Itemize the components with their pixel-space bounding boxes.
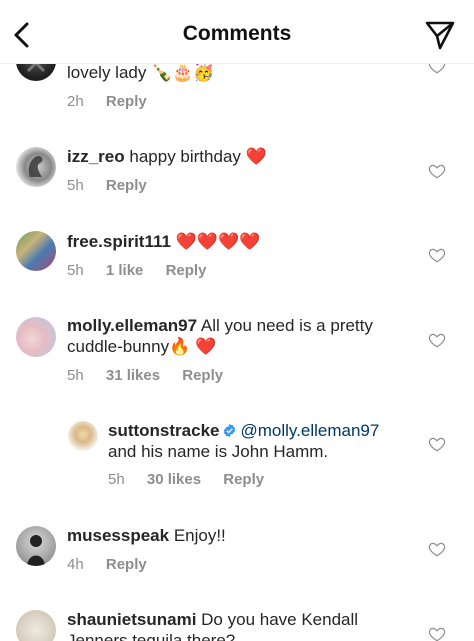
reply-button[interactable]: Reply — [166, 262, 207, 279]
comment-username[interactable]: musesspeak — [67, 526, 169, 545]
reply-button[interactable]: Reply — [223, 471, 264, 488]
comment-username[interactable]: free.spirit111 — [67, 232, 171, 251]
reply-button[interactable]: Reply — [182, 367, 223, 384]
nav-header: Comments — [0, 0, 474, 64]
reply-button[interactable]: Reply — [106, 556, 147, 573]
verified-badge-icon — [224, 423, 236, 438]
comment-meta: 5h 1 like Reply — [67, 262, 224, 279]
comment-text: shaunietsunami Do you have Kendall Jenne… — [67, 610, 359, 641]
avatar[interactable] — [16, 526, 56, 566]
comment-time: 5h — [67, 367, 84, 384]
like-heart-icon[interactable] — [428, 625, 446, 641]
comment-meta: 5h 31 likes Reply — [67, 367, 241, 384]
avatar[interactable] — [16, 231, 56, 271]
avatar[interactable] — [16, 147, 56, 187]
comment-text: musesspeak Enjoy!! — [67, 526, 226, 545]
comment-time: 5h — [67, 177, 84, 194]
comment-time: 4h — [67, 556, 84, 573]
comment-username[interactable]: izz_reo — [67, 147, 125, 166]
avatar[interactable] — [16, 317, 56, 357]
comment-time: 5h — [67, 262, 84, 279]
comment-meta: 2h Reply — [67, 93, 165, 110]
comment-text: molly.elleman97 All you need is a pretty… — [67, 316, 373, 356]
reply-button[interactable]: Reply — [106, 177, 147, 194]
comment-text: suttonstracke @molly.elleman97 and his na… — [108, 421, 380, 461]
comment-text: lovely lady 🍾🎂🥳 — [67, 63, 215, 82]
likes-count[interactable]: 30 likes — [147, 471, 201, 488]
mention-link[interactable]: @molly.elleman97 — [240, 421, 379, 440]
comment-meta: 5h 30 likes Reply — [108, 471, 282, 488]
comment-time: 5h — [108, 471, 125, 488]
comment-username[interactable]: molly.elleman97 — [67, 316, 197, 335]
likes-count[interactable]: 31 likes — [106, 367, 160, 384]
comment-meta: 5h Reply — [67, 177, 165, 194]
like-heart-icon[interactable] — [428, 435, 446, 453]
reply-button[interactable]: Reply — [106, 93, 147, 110]
like-heart-icon[interactable] — [428, 331, 446, 349]
comment-time: 2h — [67, 93, 84, 110]
likes-count[interactable]: 1 like — [106, 262, 144, 279]
send-icon — [425, 21, 455, 50]
share-button[interactable] — [424, 19, 456, 51]
like-heart-icon[interactable] — [428, 246, 446, 264]
comment-text: izz_reo happy birthday ❤️ — [67, 147, 267, 166]
avatar[interactable] — [16, 610, 56, 641]
page-title: Comments — [182, 22, 292, 45]
comment-username[interactable]: shaunietsunami — [67, 610, 196, 629]
comments-feed[interactable]: lovely lady 🍾🎂🥳 2h Reply izz_reo happy b… — [0, 0, 474, 641]
comment-meta: 4h Reply — [67, 556, 165, 573]
like-heart-icon[interactable] — [428, 540, 446, 558]
comment-username[interactable]: suttonstracke — [108, 421, 219, 440]
avatar[interactable] — [68, 421, 98, 451]
like-heart-icon[interactable] — [428, 162, 446, 180]
comment-text: free.spirit111 ❤️❤️❤️❤️ — [67, 232, 261, 251]
